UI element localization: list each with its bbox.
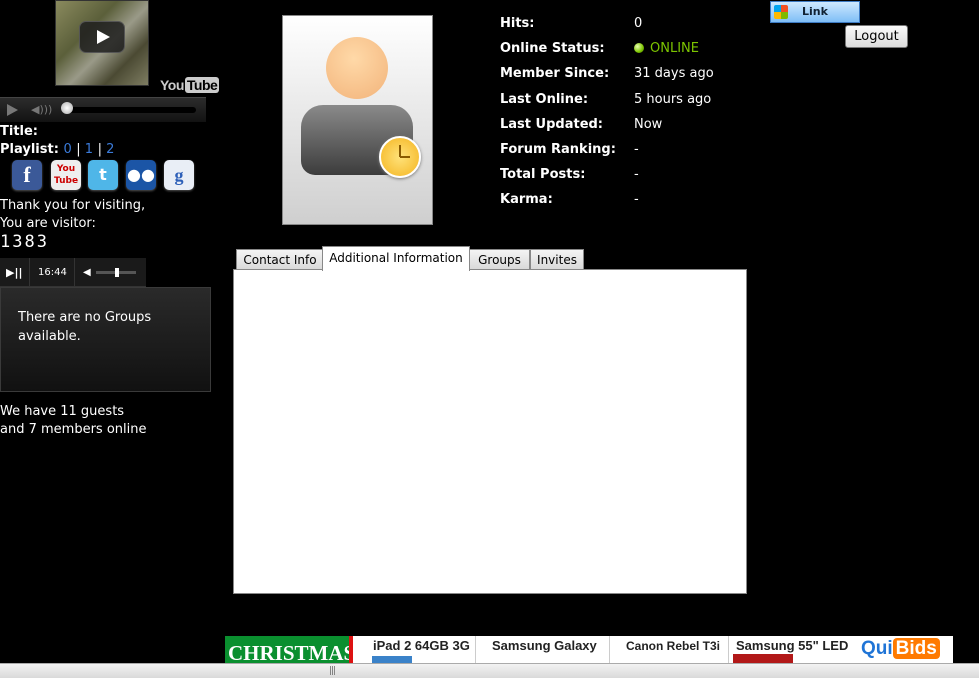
forum-ranking-value: - (634, 142, 639, 157)
youtube-icon[interactable]: You Tube (51, 160, 81, 190)
volume-handle[interactable] (115, 268, 119, 277)
visitor-counter: 1383 (0, 232, 49, 252)
member-since-label: Member Since: (500, 66, 610, 81)
tab-additional-information[interactable]: Additional Information (322, 246, 470, 271)
online-status-label: Online Status: (500, 41, 605, 56)
ad-item-ipad[interactable]: iPad 2 64GB 3G (373, 638, 470, 653)
video-player-controls: ◀))) (0, 97, 206, 122)
whos-online: We have 11 guests and 7 members online (0, 404, 147, 437)
total-posts-value: - (634, 167, 639, 182)
visitor-message: Thank you for visiting, You are visitor: (0, 198, 146, 231)
ad-item-canon[interactable]: Canon Rebel T3i (626, 639, 720, 653)
facebook-icon[interactable]: f (12, 160, 42, 190)
playlist-link-1[interactable]: 1 (85, 142, 93, 157)
playlist-link-2[interactable]: 2 (106, 142, 114, 157)
avatar-head (326, 37, 388, 99)
seek-track[interactable] (68, 107, 196, 113)
hits-label: Hits: (500, 16, 535, 31)
windows-icon (774, 5, 788, 19)
ad-item-galaxy[interactable]: Samsung Galaxy (492, 638, 597, 653)
last-online-value: 5 hours ago (634, 92, 712, 107)
logout-button[interactable]: Logout (845, 25, 908, 48)
play-icon[interactable] (7, 104, 18, 116)
groups-module: There are no Groups available. (0, 287, 211, 392)
quibids-logo[interactable]: Qui Bids (861, 638, 940, 660)
play-icon[interactable] (79, 21, 125, 53)
tab-contact-info[interactable]: Contact Info (236, 249, 324, 270)
ad-christmas[interactable]: CHRISTMAS (225, 636, 353, 663)
karma-value: - (634, 192, 639, 207)
play-pause-icon[interactable]: ▶|| (6, 266, 23, 279)
avatar (282, 15, 433, 225)
ad-tv-image (733, 654, 793, 663)
google-icon[interactable]: g (164, 160, 194, 190)
horizontal-scrollbar[interactable]: ||| (0, 663, 979, 678)
ad-ipad-image (372, 656, 412, 663)
seek-handle[interactable] (61, 102, 73, 114)
playlist-link-0[interactable]: 0 (63, 142, 71, 157)
hits-value: 0 (634, 16, 643, 31)
last-online-label: Last Online: (500, 92, 589, 107)
link-button[interactable]: Link (770, 1, 860, 23)
tab-panel (233, 269, 747, 594)
volume-icon[interactable]: ◀ (83, 267, 91, 278)
total-posts-label: Total Posts: (500, 167, 586, 182)
twitter-icon[interactable]: t (88, 160, 118, 190)
online-status-icon (634, 43, 644, 53)
clock-icon (379, 136, 421, 178)
tab-invites[interactable]: Invites (530, 249, 584, 270)
volume-icon[interactable]: ◀))) (31, 103, 52, 117)
tab-groups[interactable]: Groups (469, 249, 530, 270)
ad-banner[interactable]: CHRISTMAS iPad 2 64GB 3G Samsung Galaxy … (225, 636, 953, 663)
ad-item-samsung-tv[interactable]: Samsung 55" LED (736, 638, 848, 653)
online-status-value: ONLINE (634, 41, 699, 56)
youtube-logo: You Tube (160, 77, 220, 93)
karma-label: Karma: (500, 192, 553, 207)
forum-ranking-label: Forum Ranking: (500, 142, 616, 157)
audio-player: ▶|| 16:44 ◀ (0, 258, 146, 287)
playlist-label: Playlist: (0, 142, 59, 157)
video-thumbnail[interactable] (55, 0, 149, 86)
playlist-row: Playlist: 0 | 1 | 2 (0, 142, 115, 157)
myspace-icon[interactable]: ●● (126, 160, 156, 190)
scrollbar-grip[interactable]: ||| (329, 666, 336, 676)
last-updated-label: Last Updated: (500, 117, 604, 132)
video-title-label: Title: (0, 124, 39, 139)
groups-empty-message: There are no Groups available. (18, 310, 152, 344)
last-updated-value: Now (634, 117, 663, 132)
member-since-value: 31 days ago (634, 66, 714, 81)
audio-time: 16:44 (38, 267, 67, 278)
